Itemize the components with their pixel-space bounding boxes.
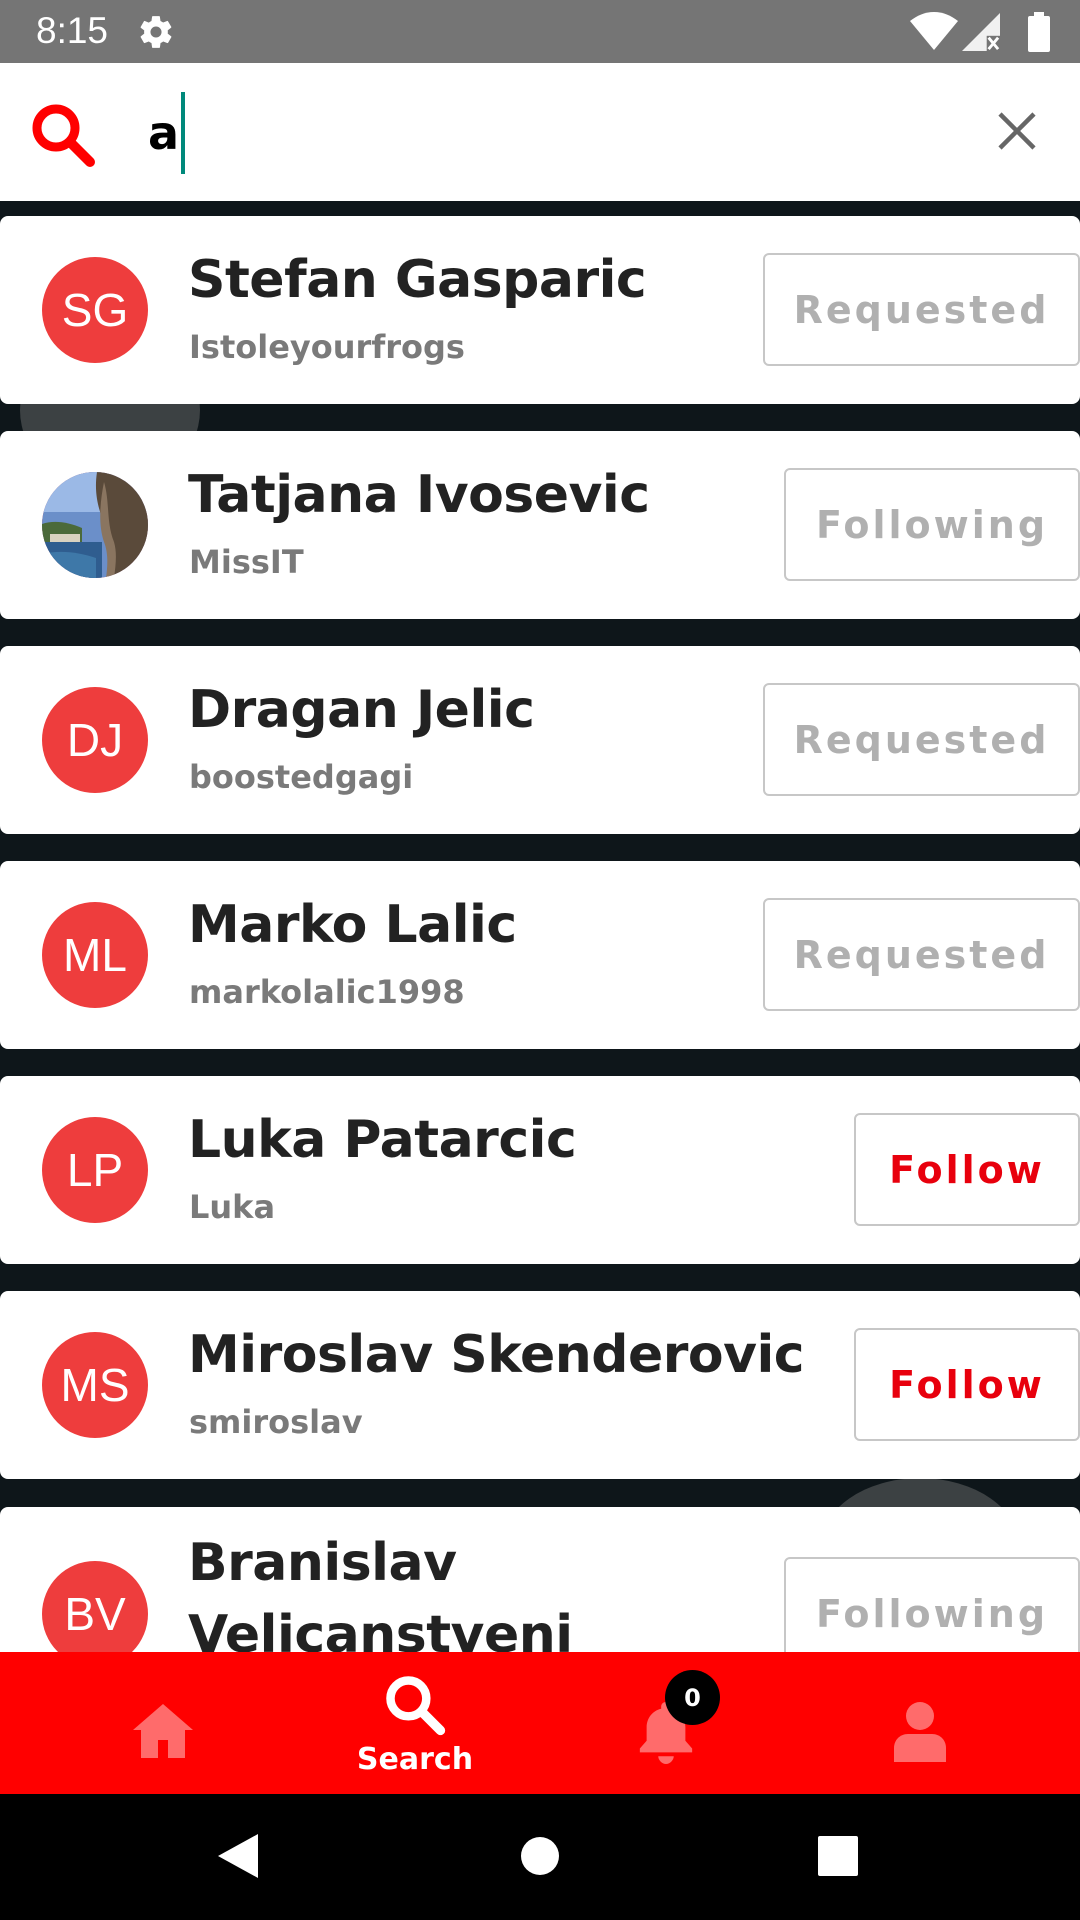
following-button[interactable]: Following [784,468,1080,581]
search-icon [386,1676,446,1736]
notification-badge: 0 [665,1670,720,1725]
avatar: MS [42,1332,148,1438]
avatar: ML [42,902,148,1008]
settings-icon [140,16,172,48]
user-name: Luka Patarcic [188,1110,577,1170]
nav-search[interactable]: Search [340,1652,490,1794]
system-nav-bar [0,1794,1080,1920]
search-bar: a [0,63,1080,201]
requested-button[interactable]: Requested [763,898,1080,1011]
requested-button[interactable]: Requested [763,683,1080,796]
search-query: a [148,106,180,160]
search-input[interactable]: a [148,91,948,175]
user-handle: Istoleyourfrogs [189,328,465,366]
recents-icon[interactable] [818,1836,858,1876]
list-item[interactable]: ML Marko Lalic markolalic1998 Requested [0,861,1080,1049]
text-caret [181,92,186,174]
follow-button[interactable]: Follow [854,1113,1080,1226]
nav-search-label: Search [356,1742,474,1777]
avatar: SG [42,257,148,363]
list-item[interactable]: LP Luka Patarcic Luka Follow [0,1076,1080,1264]
user-handle: markolalic1998 [189,973,465,1011]
list-item[interactable]: DJ Dragan Jelic boostedgagi Requested [0,646,1080,834]
signal-icon [962,13,1000,51]
home-icon [133,1704,193,1758]
status-time: 8:15 [36,10,109,51]
user-handle: Luka [189,1188,276,1226]
list-item[interactable]: SG Stefan Gasparic Istoleyourfrogs Reque… [0,216,1080,404]
requested-button[interactable]: Requested [763,253,1080,366]
list-item[interactable]: Tatjana Ivosevic MissIT Following [0,431,1080,619]
user-name: Miroslav Skenderovic [188,1325,805,1385]
user-name: Branislav Velicanstveni [188,1533,573,1665]
user-name: Marko Lalic [188,895,517,955]
user-name: Dragan Jelic [188,680,535,740]
avatar: LP [42,1117,148,1223]
user-name: Stefan Gasparic [188,250,647,310]
battery-icon [1028,12,1050,52]
status-bar: 8:15 [0,0,1080,63]
user-name: Tatjana Ivosevic [188,465,650,525]
back-icon[interactable] [218,1834,258,1878]
close-icon[interactable] [996,110,1038,152]
user-icon [894,1702,946,1762]
bottom-nav: Search 0 [0,1652,1080,1794]
search-icon[interactable] [28,100,98,170]
avatar: DJ [42,687,148,793]
follow-button[interactable]: Follow [854,1328,1080,1441]
home-circle-icon[interactable] [520,1836,560,1876]
user-handle: MissIT [189,543,304,581]
wifi-icon [910,12,958,50]
user-handle: smiroslav [189,1403,363,1441]
nav-profile[interactable] [870,1652,970,1794]
avatar-photo [42,472,148,578]
list-item[interactable]: MS Miroslav Skenderovic smiroslav Follow [0,1291,1080,1479]
nav-home[interactable] [100,1652,230,1794]
user-handle: boostedgagi [189,758,414,796]
